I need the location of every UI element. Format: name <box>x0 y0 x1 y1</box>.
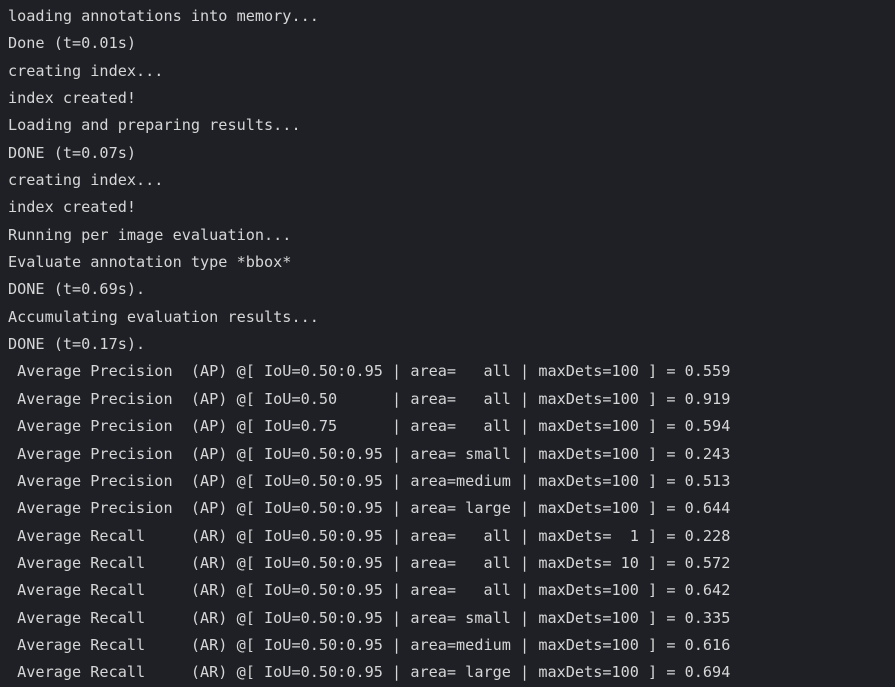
console-line: Average Recall (AR) @[ IoU=0.50:0.95 | a… <box>8 663 731 682</box>
console-line: Average Recall (AR) @[ IoU=0.50:0.95 | a… <box>8 635 731 654</box>
console-line: Average Precision (AP) @[ IoU=0.50:0.95 … <box>8 499 731 518</box>
console-line: DONE (t=0.17s). <box>8 335 146 354</box>
console-line: Loading and preparing results... <box>8 116 301 135</box>
console-line: creating index... <box>8 61 164 80</box>
console-line: DONE (t=0.07s) <box>8 143 137 162</box>
console-line: Average Precision (AP) @[ IoU=0.75 | are… <box>8 417 731 436</box>
console-line: index created! <box>8 89 137 108</box>
console-line: Average Precision (AP) @[ IoU=0.50 | are… <box>8 389 731 408</box>
console-line: Evaluate annotation type *bbox* <box>8 253 292 272</box>
console-line: Running per image evaluation... <box>8 225 292 244</box>
console-output: loading annotations into memory... Done (… <box>0 0 895 687</box>
console-line: index created! <box>8 198 137 217</box>
console-line: loading annotations into memory... <box>8 7 319 25</box>
console-line: Average Recall (AR) @[ IoU=0.50:0.95 | a… <box>8 526 731 545</box>
console-line: Average Recall (AR) @[ IoU=0.50:0.95 | a… <box>8 553 731 572</box>
console-line: creating index... <box>8 171 164 190</box>
console-line: Average Precision (AP) @[ IoU=0.50:0.95 … <box>8 362 731 381</box>
terminal-window: loading annotations into memory... Done (… <box>0 0 895 687</box>
console-line: Average Precision (AP) @[ IoU=0.50:0.95 … <box>8 444 731 463</box>
console-line: Average Recall (AR) @[ IoU=0.50:0.95 | a… <box>8 608 731 627</box>
console-line: Accumulating evaluation results... <box>8 307 319 326</box>
console-line: DONE (t=0.69s). <box>8 280 146 299</box>
console-line: Average Recall (AR) @[ IoU=0.50:0.95 | a… <box>8 581 731 600</box>
console-line: Average Precision (AP) @[ IoU=0.50:0.95 … <box>8 471 731 490</box>
console-line: Done (t=0.01s) <box>8 34 137 53</box>
